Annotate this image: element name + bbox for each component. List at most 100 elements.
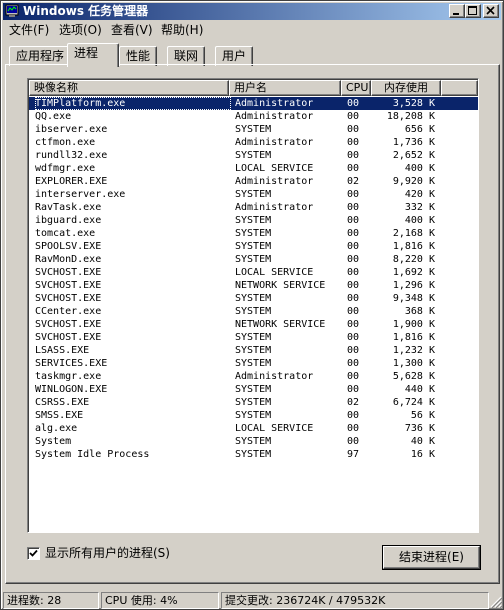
cell-cpu: 00 — [347, 124, 360, 135]
cell-user-name: Administrator — [235, 202, 314, 213]
cell-cpu: 00 — [347, 332, 360, 343]
resize-grip-icon[interactable] — [490, 596, 502, 608]
cell-memory: 16 K — [410, 449, 435, 460]
cell-image-name: ibserver.exe — [35, 124, 108, 135]
cell-user-name: SYSTEM — [235, 228, 272, 239]
cell-memory: 1,300 K — [392, 358, 435, 369]
cell-image-name: WINLOGON.EXE — [35, 384, 108, 395]
cell-cpu: 00 — [347, 345, 360, 356]
cell-image-name: System Idle Process — [35, 449, 150, 460]
close-button[interactable] — [483, 4, 499, 18]
table-row[interactable]: alg.exe LOCAL SERVICE 00 736 K — [29, 422, 478, 435]
cell-memory: 736 K — [404, 423, 435, 434]
menu-options[interactable]: 选项(O) — [59, 22, 102, 38]
cell-user-name: SYSTEM — [235, 215, 272, 226]
table-row[interactable]: SVCHOST.EXE LOCAL SERVICE 00 1,692 K — [29, 266, 478, 279]
table-row[interactable]: WINLOGON.EXE SYSTEM 00 440 K — [29, 383, 478, 396]
table-row[interactable]: System Idle Process SYSTEM 97 16 K — [29, 448, 478, 461]
table-row[interactable]: ibserver.exe SYSTEM 00 656 K — [29, 123, 478, 136]
cell-image-name: CSRSS.EXE — [35, 397, 90, 408]
tab-users[interactable]: 用户 — [215, 46, 254, 66]
maximize-button[interactable] — [465, 4, 481, 18]
cell-user-name: SYSTEM — [235, 449, 272, 460]
table-row[interactable]: SVCHOST.EXE NETWORK SERVICE 00 1,296 K — [29, 279, 478, 292]
status-bar: 进程数: 28 CPU 使用: 4% 提交更改: 236724K / 47953… — [3, 591, 503, 609]
cell-image-name: SMSS.EXE — [35, 410, 84, 421]
cell-memory: 2,652 K — [392, 150, 435, 161]
cell-cpu: 00 — [347, 436, 360, 447]
cell-image-name: SVCHOST.EXE — [35, 293, 102, 304]
table-row[interactable]: rundll32.exe SYSTEM 00 2,652 K — [29, 149, 478, 162]
cell-cpu: 00 — [347, 371, 360, 382]
cell-memory: 18,208 K — [386, 111, 435, 122]
column-user-name[interactable]: 用户名 — [229, 80, 341, 96]
cell-memory: 1,816 K — [392, 241, 435, 252]
table-row[interactable]: LSASS.EXE SYSTEM 00 1,232 K — [29, 344, 478, 357]
minimize-button[interactable] — [449, 4, 465, 18]
tab-applications[interactable]: 应用程序 — [9, 46, 72, 66]
cell-image-name: interserver.exe — [35, 189, 126, 200]
cell-memory: 400 K — [404, 163, 435, 174]
cell-memory: 656 K — [404, 124, 435, 135]
cell-image-name: rundll32.exe — [35, 150, 108, 161]
table-row[interactable]: RavMonD.exe SYSTEM 00 8,220 K — [29, 253, 478, 266]
column-image-name[interactable]: 映像名称 — [29, 80, 229, 96]
table-row[interactable]: SVCHOST.EXE NETWORK SERVICE 00 1,900 K — [29, 318, 478, 331]
table-row[interactable]: ibguard.exe SYSTEM 00 400 K — [29, 214, 478, 227]
cell-user-name: SYSTEM — [235, 254, 272, 265]
cell-cpu: 00 — [347, 189, 360, 200]
table-row[interactable]: tomcat.exe SYSTEM 00 2,168 K — [29, 227, 478, 240]
cell-memory: 400 K — [404, 215, 435, 226]
status-cpu-usage: CPU 使用: 4% — [101, 592, 219, 609]
cell-image-name: RavTask.exe — [35, 202, 102, 213]
checkmark-icon — [29, 549, 38, 557]
table-row[interactable]: System SYSTEM 00 40 K — [29, 435, 478, 448]
task-manager-app-icon — [5, 4, 19, 17]
table-row[interactable]: SMSS.EXE SYSTEM 00 56 K — [29, 409, 478, 422]
cell-image-name: alg.exe — [35, 423, 78, 434]
cell-cpu: 00 — [347, 163, 360, 174]
cell-user-name: SYSTEM — [235, 345, 272, 356]
cell-memory: 1,816 K — [392, 332, 435, 343]
table-row[interactable]: wdfmgr.exe LOCAL SERVICE 00 400 K — [29, 162, 478, 175]
title-bar[interactable]: Windows 任务管理器 — [3, 3, 501, 20]
table-row[interactable]: CCenter.exe SYSTEM 00 368 K — [29, 305, 478, 318]
cell-user-name: SYSTEM — [235, 306, 272, 317]
table-row[interactable]: SPOOLSV.EXE SYSTEM 00 1,816 K — [29, 240, 478, 253]
table-row[interactable]: QQ.exe Administrator 00 18,208 K — [29, 110, 478, 123]
table-row[interactable]: taskmgr.exe Administrator 00 5,628 K — [29, 370, 478, 383]
cell-cpu: 00 — [347, 254, 360, 265]
table-row[interactable]: interserver.exe SYSTEM 00 420 K — [29, 188, 478, 201]
cell-cpu: 00 — [347, 137, 360, 148]
table-row[interactable]: ctfmon.exe Administrator 00 1,736 K — [29, 136, 478, 149]
checkbox-box[interactable] — [27, 547, 40, 560]
end-process-button[interactable]: 结束进程(E) — [383, 546, 480, 569]
tab-networking[interactable]: 联网 — [167, 46, 206, 66]
table-row[interactable]: RavTask.exe Administrator 00 332 K — [29, 201, 478, 214]
tab-processes[interactable]: 进程 — [67, 43, 119, 67]
cell-cpu: 00 — [347, 228, 360, 239]
column-cpu[interactable]: CPU — [341, 80, 371, 96]
menu-file[interactable]: 文件(F) — [9, 22, 49, 38]
cell-image-name: taskmgr.exe — [35, 371, 102, 382]
cell-user-name: SYSTEM — [235, 332, 272, 343]
table-row[interactable]: TIMPlatform.exe Administrator 00 3,528 K — [29, 97, 478, 110]
cell-memory: 420 K — [404, 189, 435, 200]
menu-help[interactable]: 帮助(H) — [161, 22, 203, 38]
cell-user-name: Administrator — [235, 98, 314, 109]
cell-image-name: LSASS.EXE — [35, 345, 90, 356]
cell-user-name: SYSTEM — [235, 293, 272, 304]
process-list[interactable]: 映像名称 用户名 CPU 内存使用 TIMPlatform.exe Adminis… — [27, 78, 479, 533]
table-row[interactable]: SERVICES.EXE SYSTEM 00 1,300 K — [29, 357, 478, 370]
column-memory[interactable]: 内存使用 — [371, 80, 441, 96]
cell-user-name: LOCAL SERVICE — [235, 267, 314, 278]
table-row[interactable]: SVCHOST.EXE SYSTEM 00 9,348 K — [29, 292, 478, 305]
cell-user-name: SYSTEM — [235, 410, 272, 421]
cell-image-name: wdfmgr.exe — [35, 163, 96, 174]
table-row[interactable]: SVCHOST.EXE SYSTEM 00 1,816 K — [29, 331, 478, 344]
cell-cpu: 00 — [347, 215, 360, 226]
table-row[interactable]: EXPLORER.EXE Administrator 02 9,920 K — [29, 175, 478, 188]
tab-performance[interactable]: 性能 — [119, 46, 158, 66]
table-row[interactable]: CSRSS.EXE SYSTEM 02 6,724 K — [29, 396, 478, 409]
menu-view[interactable]: 查看(V) — [111, 22, 153, 38]
